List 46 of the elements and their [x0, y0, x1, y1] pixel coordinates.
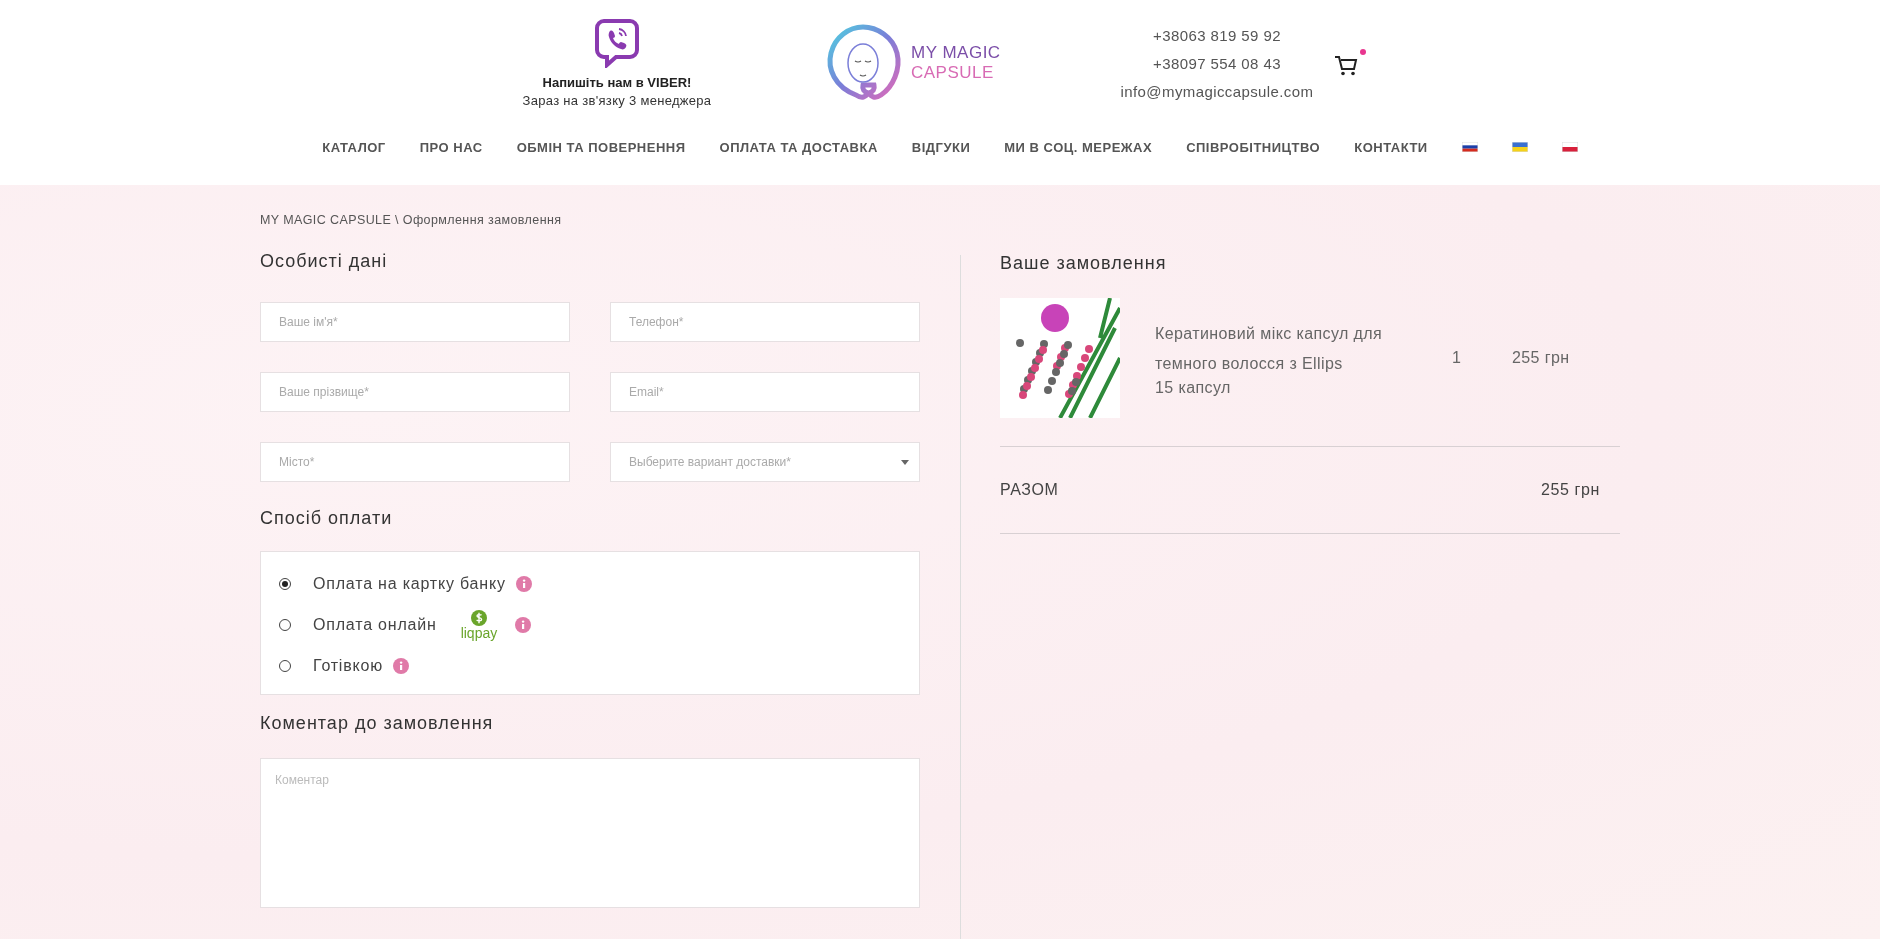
cart-icon [1334, 55, 1358, 77]
nav-link[interactable]: СПІВРОБІТНИЦТВО [1186, 139, 1321, 155]
comment-field[interactable]: Коментар [260, 758, 920, 908]
contact-link[interactable]: info@mymagiccapsule.com [1120, 82, 1314, 100]
nav-link[interactable]: КАТАЛОГ [322, 139, 386, 155]
section-title: Спосіб оплати [260, 508, 394, 529]
logo-text: MY MAGIC [911, 43, 1001, 63]
logo-text: CAPSULE [911, 63, 995, 83]
nav-link[interactable]: ОБМІН ТА ПОВЕРНЕННЯ [516, 139, 686, 155]
payment-label[interactable]: Оплата на картку банку [313, 575, 506, 593]
input-field[interactable]: Місто* [260, 442, 570, 482]
input-field[interactable]: Телефон* [610, 302, 920, 342]
logo[interactable]: MY MAGIC CAPSULE [823, 23, 1073, 103]
flag-icon[interactable] [1561, 142, 1578, 152]
order-title: Ваше замовлення [1000, 253, 1168, 274]
info-icon[interactable] [393, 658, 409, 674]
caret-icon [901, 459, 909, 465]
product-price: 255 грн [1512, 349, 1570, 367]
nav-link[interactable]: МИ В СОЦ. МЕРЕЖАХ [1004, 139, 1153, 155]
total-label: РАЗОМ [1000, 481, 1059, 499]
contact-link[interactable]: +38097 554 08 43 [1153, 54, 1281, 72]
payment-logo: liqpay [460, 610, 498, 640]
nav-link[interactable]: КОНТАКТИ [1354, 139, 1428, 155]
nav-link[interactable]: ПРО НАС [419, 139, 483, 155]
section-title: Особисті дані [260, 251, 389, 272]
input-field[interactable]: Ваше прізвище* [260, 372, 570, 412]
input-field[interactable]: Email* [610, 372, 920, 412]
total-price: 255 грн [1541, 481, 1600, 499]
product-quantity: 1 [1452, 349, 1462, 367]
info-icon[interactable] [515, 576, 532, 592]
info-icon[interactable] [515, 617, 532, 633]
contact-link[interactable]: +38063 819 59 92 [1153, 26, 1281, 44]
nav-link[interactable]: ОПЛАТА ТА ДОСТАВКА [719, 139, 878, 155]
payment-label[interactable]: Готівкою [313, 657, 383, 675]
nav-link[interactable]: ВІДГУКИ [911, 139, 971, 155]
payment-label[interactable]: Оплата онлайн [313, 616, 437, 634]
section-title: Коментар до замовлення [260, 713, 495, 734]
input-field[interactable]: Ваше ім'я* [260, 302, 570, 342]
breadcrumb: MY MAGIC CAPSULE \ Оформлення замовлення [260, 213, 563, 227]
flag-icon[interactable] [1461, 142, 1478, 152]
viber-subtitle: Зараз на зв'язку 3 менеджера [522, 93, 712, 108]
product-variant: 15 капсул [1155, 379, 1232, 397]
product-name: Кератиновий мікс капсул для темного волосся з Ellips [1155, 324, 1384, 374]
viber-icon[interactable] [594, 18, 640, 68]
viber-title: Напишіть нам в VIBER! [542, 75, 692, 90]
flag-icon[interactable] [1511, 142, 1528, 152]
